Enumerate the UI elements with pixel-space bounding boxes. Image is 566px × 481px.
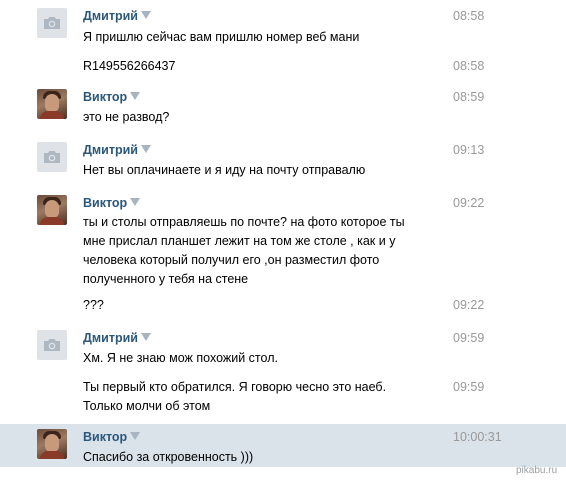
sender-name[interactable]: Виктор <box>83 430 141 444</box>
sender-name[interactable]: Виктор <box>83 196 141 210</box>
avatar[interactable] <box>37 429 67 459</box>
dropdown-arrow-icon[interactable] <box>140 11 151 19</box>
message-text: ??? <box>83 298 104 312</box>
message-group: Виктор 09:22 ты и столы отправляешь по п… <box>0 189 566 289</box>
message-line: Только молчи об этом <box>83 399 211 413</box>
message-text: Я пришлю сейчас вам пришлю номер веб ман… <box>83 30 360 44</box>
dropdown-arrow-icon[interactable] <box>130 198 141 206</box>
message-time[interactable]: 09:13 <box>453 143 484 157</box>
message-text: Хм. Я не знаю мож похожий стол. <box>83 351 278 365</box>
dropdown-arrow-icon[interactable] <box>130 432 141 440</box>
message-continuation: 09:22 ??? <box>0 292 566 322</box>
avatar-shirt <box>40 451 64 459</box>
message-line: полученного у тебя на стене <box>83 272 249 286</box>
camera-icon <box>44 339 60 351</box>
message-time[interactable]: 09:22 <box>453 196 484 210</box>
message-time[interactable]: 09:22 <box>453 298 484 312</box>
message-line: человека который получил его ,он размест… <box>83 253 380 267</box>
avatar[interactable] <box>37 89 67 119</box>
camera-icon <box>44 151 60 163</box>
message-time[interactable]: 10:00:31 <box>453 430 502 444</box>
message-text: это не развод? <box>83 110 170 124</box>
message-group-highlighted: Виктор 10:00:31 Спасибо за откровенность… <box>0 424 566 467</box>
sender-name[interactable]: Дмитрий <box>83 143 151 157</box>
message-continuation: 09:59 Ты первый кто обратился. Я говорю … <box>0 375 566 423</box>
avatar-face <box>45 94 59 112</box>
message-line: Ты первый кто обратился. Я говорю чесно … <box>83 380 387 394</box>
message-text: Ты первый кто обратился. Я говорю чесно … <box>83 378 413 416</box>
dropdown-arrow-icon[interactable] <box>140 145 151 153</box>
message-time[interactable]: 08:59 <box>453 90 484 104</box>
message-text: Спасибо за откровенность ))) <box>83 450 254 464</box>
message-group: Дмитрий 09:59 Хм. Я не знаю мож похожий … <box>0 322 566 374</box>
message-continuation: 08:58 R149556266437 <box>0 55 566 85</box>
message-text: Нет вы оплачинаете и я иду на почту отпр… <box>83 163 366 177</box>
message-line: ты и столы отправляешь по почте? на фото… <box>83 215 405 229</box>
dropdown-arrow-icon[interactable] <box>130 92 141 100</box>
avatar[interactable] <box>37 8 67 38</box>
avatar-face <box>45 434 59 452</box>
message-group: Виктор 08:59 это не развод? <box>0 85 566 135</box>
avatar[interactable] <box>37 142 67 172</box>
avatar-face <box>45 200 59 218</box>
message-text: R149556266437 <box>83 59 176 73</box>
message-time[interactable]: 08:58 <box>453 9 484 23</box>
message-time[interactable]: 09:59 <box>453 331 484 345</box>
message-text: ты и столы отправляешь по почте? на фото… <box>83 213 413 289</box>
message-time[interactable]: 09:59 <box>453 380 484 394</box>
watermark: pikabu.ru <box>516 465 558 476</box>
avatar-shirt <box>40 111 64 119</box>
sender-name[interactable]: Виктор <box>83 90 141 104</box>
avatar[interactable] <box>37 330 67 360</box>
message-line: мне прислал планшет лежит на том же стол… <box>83 234 396 248</box>
sender-name[interactable]: Дмитрий <box>83 9 151 23</box>
sender-name[interactable]: Дмитрий <box>83 331 151 345</box>
avatar[interactable] <box>37 195 67 225</box>
message-group: Дмитрий 09:13 Нет вы оплачинаете и я иду… <box>0 135 566 189</box>
message-time[interactable]: 08:58 <box>453 59 484 73</box>
dropdown-arrow-icon[interactable] <box>140 333 151 341</box>
camera-icon <box>44 17 60 29</box>
avatar-shirt <box>40 217 64 225</box>
